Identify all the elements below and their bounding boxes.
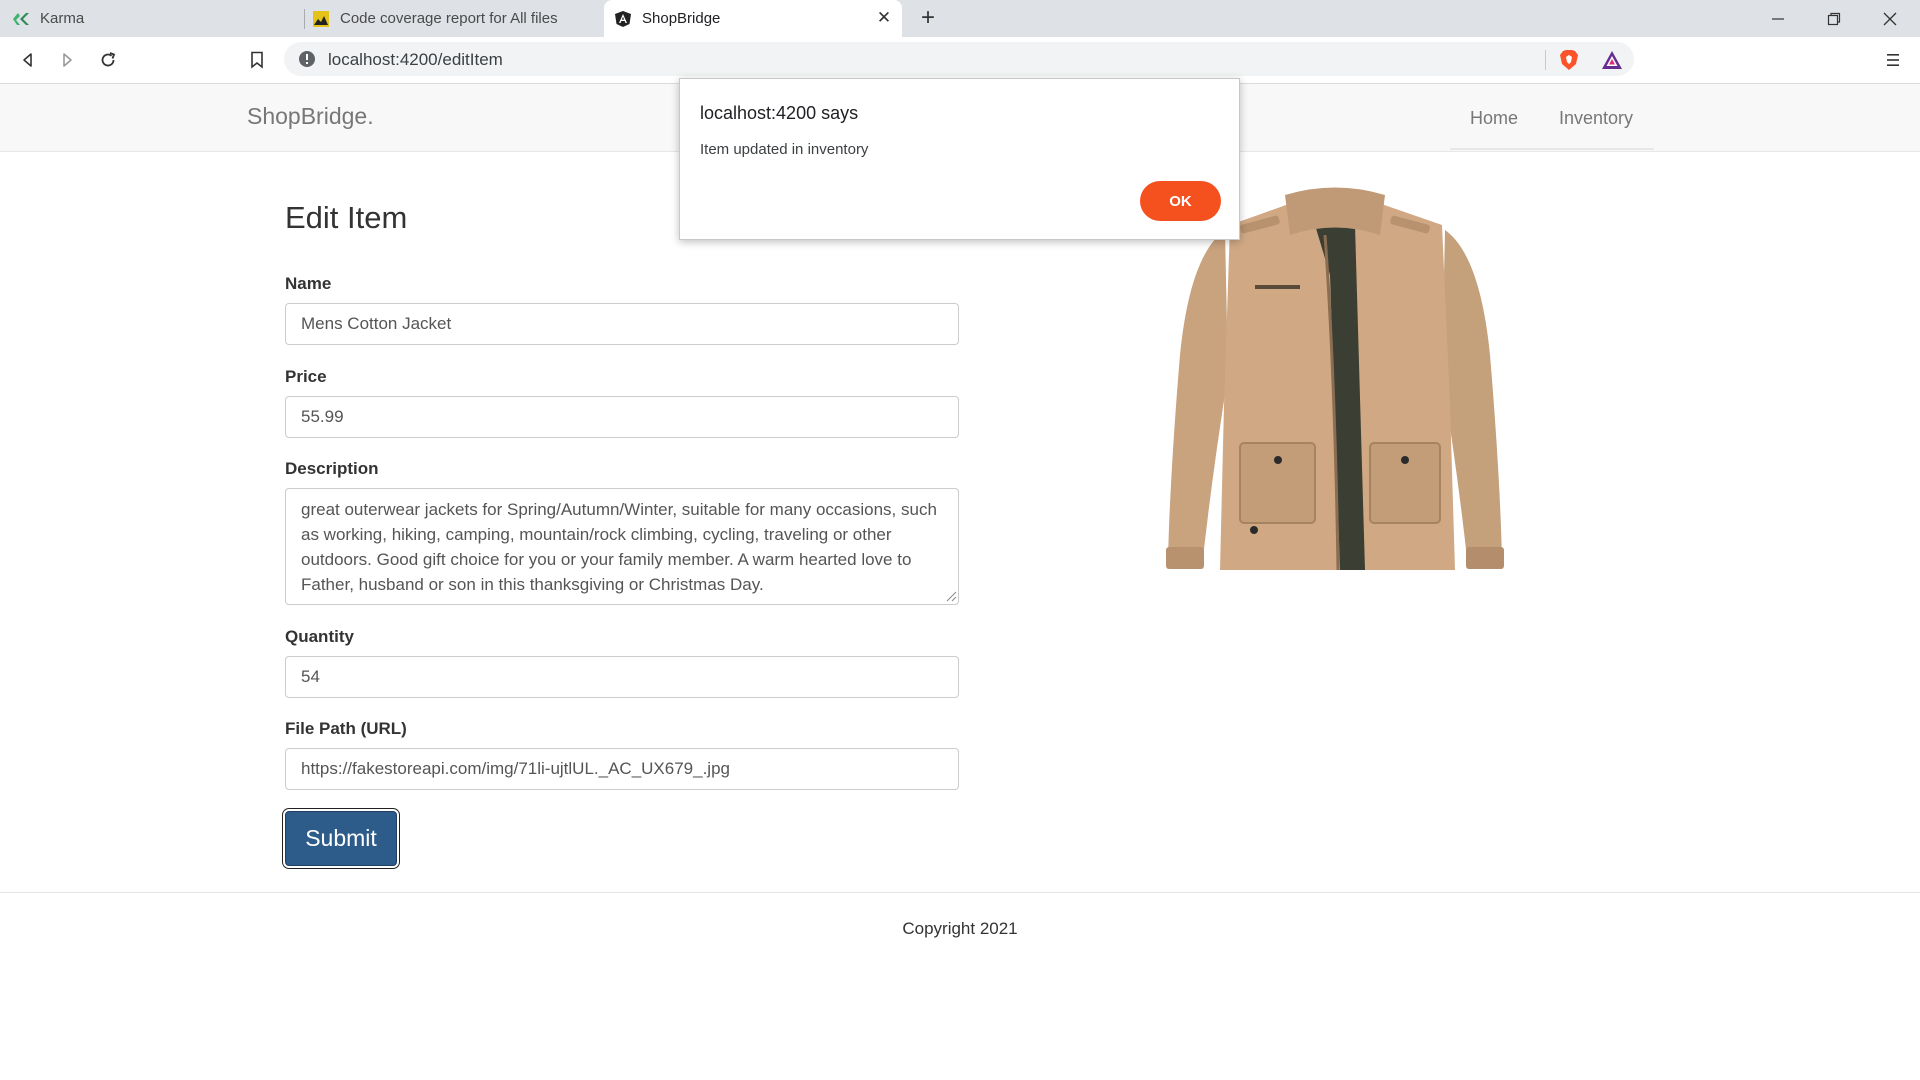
coverage-report-icon xyxy=(312,10,330,28)
menu-icon[interactable] xyxy=(1882,49,1904,71)
brave-rewards-icon[interactable] xyxy=(1601,49,1623,71)
brave-shields-icon[interactable] xyxy=(1558,49,1580,71)
quantity-label: Quantity xyxy=(285,627,354,646)
resize-grip-icon[interactable] xyxy=(946,591,957,602)
browser-toolbar: localhost:4200/editItem xyxy=(0,37,1920,84)
close-window-icon[interactable] xyxy=(1862,0,1918,37)
name-label: Name xyxy=(285,274,332,293)
description-label: Description xyxy=(285,459,379,478)
tab-coverage-report[interactable]: Code coverage report for All files xyxy=(312,0,602,37)
close-tab-icon[interactable]: ✕ xyxy=(874,8,894,28)
tab-shopbridge[interactable]: ShopBridge ✕ xyxy=(604,0,902,37)
reload-icon[interactable] xyxy=(97,49,119,71)
description-textarea[interactable]: great outerwear jackets for Spring/Autum… xyxy=(285,488,959,605)
nav-inventory[interactable]: Inventory xyxy=(1559,108,1633,129)
tab-divider xyxy=(304,9,305,29)
footer-divider xyxy=(0,892,1920,893)
minimize-icon[interactable] xyxy=(1750,0,1806,37)
nav-underline xyxy=(1450,148,1654,150)
karma-icon xyxy=(12,10,30,28)
price-label: Price xyxy=(285,367,327,386)
browser-tab-strip: Karma Code coverage report for All files… xyxy=(0,0,1920,37)
tab-title: Karma xyxy=(40,10,85,27)
bookmark-icon[interactable] xyxy=(246,49,268,71)
alert-dialog: localhost:4200 says Item updated in inve… xyxy=(679,78,1240,240)
ok-button[interactable]: OK xyxy=(1140,181,1221,221)
address-bar[interactable]: localhost:4200/editItem xyxy=(284,42,1634,76)
copyright-text: Copyright 2021 xyxy=(902,919,1018,938)
alert-message: Item updated in inventory xyxy=(700,141,869,158)
name-input[interactable] xyxy=(285,303,959,345)
filepath-input[interactable] xyxy=(285,748,959,790)
brand-logo[interactable]: ShopBridge. xyxy=(247,103,374,130)
tab-karma[interactable]: Karma xyxy=(12,0,302,37)
toolbar-divider xyxy=(1545,50,1546,70)
info-icon[interactable] xyxy=(298,50,316,73)
new-tab-icon[interactable]: + xyxy=(916,6,940,30)
quantity-input[interactable] xyxy=(285,656,959,698)
alert-title: localhost:4200 says xyxy=(700,103,859,123)
back-icon[interactable] xyxy=(17,49,39,71)
nav-home[interactable]: Home xyxy=(1470,108,1518,129)
page-title: Edit Item xyxy=(285,200,408,235)
submit-button[interactable]: Submit xyxy=(285,811,397,866)
tab-title: Code coverage report for All files xyxy=(340,10,558,27)
restore-icon[interactable] xyxy=(1806,0,1862,37)
price-input[interactable] xyxy=(285,396,959,438)
forward-icon[interactable] xyxy=(56,49,78,71)
tab-title: ShopBridge xyxy=(642,10,721,27)
url-text: localhost:4200/editItem xyxy=(328,50,503,69)
filepath-label: File Path (URL) xyxy=(285,719,407,738)
angular-icon xyxy=(614,10,632,28)
